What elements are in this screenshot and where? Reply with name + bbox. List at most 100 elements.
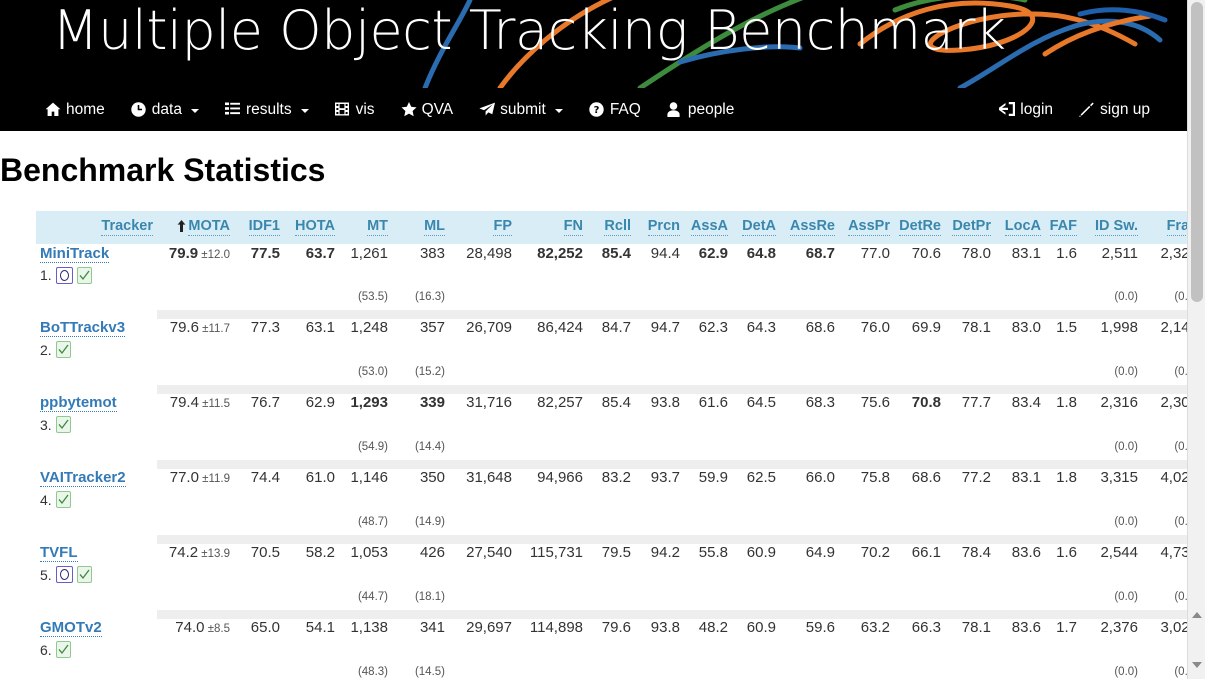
column-header-mt[interactable]: MT	[339, 211, 392, 245]
loca-cell: 83.1	[995, 244, 1045, 287]
sub-ml: (14.4)	[392, 437, 449, 459]
rank-line: 6.	[40, 641, 153, 658]
nav-item-signup[interactable]: sign up	[1066, 88, 1163, 131]
column-header-ml[interactable]: ML	[392, 211, 449, 245]
sub-blank	[839, 287, 894, 309]
table-row[interactable]: GMOTv26.74.0 ±8.565.054.11,13834129,6971…	[36, 619, 1205, 662]
assre-cell: 64.9	[780, 544, 839, 587]
column-header-loca[interactable]: LocA	[995, 211, 1045, 245]
tracker-link[interactable]: GMOTv2	[40, 619, 102, 637]
sub-blank	[516, 512, 587, 534]
idsw-cell-value: 2,376	[1100, 619, 1138, 636]
nav-item-login[interactable]: login	[999, 88, 1066, 131]
column-header-hota[interactable]: HOTA	[284, 211, 339, 245]
verified-check-icon[interactable]	[56, 416, 71, 433]
nav-item-data[interactable]: data	[118, 88, 212, 131]
sub-blank	[995, 287, 1045, 309]
column-header-assa[interactable]: AssA	[684, 211, 732, 245]
fn-cell: 114,898	[516, 619, 587, 662]
nav-item-faq[interactable]: ? FAQ	[576, 88, 654, 131]
table-row[interactable]: ppbytemot3.79.4 ±11.576.762.91,29333931,…	[36, 394, 1205, 437]
table-subrow: (48.3)(14.5)(0.0)(0.0)	[36, 662, 1205, 679]
sub-ml: (15.2)	[392, 362, 449, 384]
column-header-fp[interactable]: FP	[449, 211, 516, 245]
sub-mt-value: (53.5)	[358, 291, 388, 303]
verified-check-icon[interactable]	[56, 341, 71, 358]
verified-check-icon[interactable]	[77, 566, 92, 583]
tracker-link[interactable]: TVFL	[40, 544, 78, 562]
assa-cell: 61.6	[684, 394, 732, 437]
sub-idsw: (0.0)	[1081, 587, 1142, 609]
table-row[interactable]: BoTTrackv32.79.6 ±11.777.363.11,24835726…	[36, 319, 1205, 362]
open-source-badge-icon[interactable]	[56, 267, 73, 284]
column-header-mota[interactable]: MOTA	[157, 211, 234, 245]
sub-idsw-value: (0.0)	[1114, 291, 1138, 303]
sub-mt: (53.0)	[339, 362, 392, 384]
table-header-row: Tracker MOTA IDF1 HOTA MT ML FP FN Rcll …	[36, 211, 1205, 245]
site-banner: Multiple Object Tracking Benchmark home …	[0, 0, 1187, 131]
tracker-link[interactable]: ppbytemot	[40, 394, 117, 412]
column-header-idf1[interactable]: IDF1	[234, 211, 284, 245]
column-header-rcll[interactable]: Rcll	[587, 211, 635, 245]
table-row[interactable]: TVFL5.74.2 ±13.970.558.21,05342627,54011…	[36, 544, 1205, 587]
asspr-cell-value: 75.8	[861, 469, 890, 486]
nav-item-people[interactable]: people	[654, 88, 748, 131]
sub-blank	[732, 287, 780, 309]
scroll-down-icon[interactable]	[1192, 662, 1202, 668]
column-header-detre[interactable]: DetRe	[894, 211, 945, 245]
chevron-down-icon	[555, 109, 563, 113]
main-content: Benchmark Statistics Tracker MOTA	[0, 152, 1187, 679]
page-scrollbar[interactable]	[1187, 0, 1205, 679]
rcll-cell-value: 83.2	[602, 469, 631, 486]
row-separator	[36, 309, 1205, 319]
column-header-assre[interactable]: AssRe	[780, 211, 839, 245]
sub-idsw-value: (0.0)	[1114, 516, 1138, 528]
verified-check-icon[interactable]	[77, 267, 92, 284]
sub-blank	[839, 587, 894, 609]
tracker-link[interactable]: VAITracker2	[40, 469, 126, 487]
prcn-cell-value: 94.7	[651, 319, 680, 336]
tracker-link[interactable]: BoTTrackv3	[40, 319, 125, 337]
mt-cell: 1,053	[339, 544, 392, 587]
verified-check-icon[interactable]	[56, 641, 71, 658]
sub-blank	[839, 512, 894, 534]
hota-cell-value: 62.9	[306, 394, 335, 411]
column-header-deta[interactable]: DetA	[732, 211, 780, 245]
sub-idf1	[234, 587, 284, 609]
main-navigation: home data results	[0, 88, 1187, 131]
nav-item-home[interactable]: home	[45, 88, 118, 131]
column-header-asspr[interactable]: AssPr	[839, 211, 894, 245]
column-header-faf[interactable]: FAF	[1045, 211, 1081, 245]
fp-cell: 31,648	[449, 469, 516, 512]
nav-item-results[interactable]: results	[212, 88, 322, 131]
idf1-cell-value: 76.7	[251, 394, 280, 411]
detpr-cell-value: 77.2	[962, 469, 991, 486]
fp-cell-value: 29,697	[466, 619, 512, 636]
page-title: Multiple Object Tracking Benchmark	[52, 0, 1006, 64]
column-header-idsw[interactable]: ID Sw.	[1081, 211, 1142, 245]
mt-cell: 1,261	[339, 244, 392, 287]
column-header-fn[interactable]: FN	[516, 211, 587, 245]
nav-item-submit[interactable]: submit	[466, 88, 576, 131]
sub-blank	[587, 587, 635, 609]
table-row[interactable]: MiniTrack1.79.9 ±12.077.563.71,26138328,…	[36, 244, 1205, 287]
nav-item-qva[interactable]: QVA	[388, 88, 467, 131]
row-separator	[36, 609, 1205, 619]
table-row[interactable]: VAITracker24.77.0 ±11.974.461.01,1463503…	[36, 469, 1205, 512]
separator-right	[157, 534, 1205, 544]
open-source-badge-icon[interactable]	[56, 566, 73, 583]
scroll-up-icon[interactable]	[1192, 612, 1202, 618]
sub-blank	[587, 362, 635, 384]
nav-item-vis[interactable]: vis	[322, 88, 388, 131]
benchmark-table: Tracker MOTA IDF1 HOTA MT ML FP FN Rcll …	[36, 211, 1205, 679]
column-header-prcn[interactable]: Prcn	[635, 211, 684, 245]
verified-check-icon[interactable]	[56, 491, 71, 508]
ml-cell-value: 426	[420, 544, 445, 561]
mota-stddev: ±11.9	[199, 473, 230, 485]
sub-mt-value: (53.0)	[358, 366, 388, 378]
scrollbar-thumb[interactable]	[1191, 2, 1203, 302]
column-header-tracker[interactable]: Tracker	[36, 211, 157, 245]
tracker-link[interactable]: MiniTrack	[40, 245, 109, 263]
column-header-detpr[interactable]: DetPr	[945, 211, 995, 245]
faf-cell-value: 1.6	[1056, 544, 1077, 561]
